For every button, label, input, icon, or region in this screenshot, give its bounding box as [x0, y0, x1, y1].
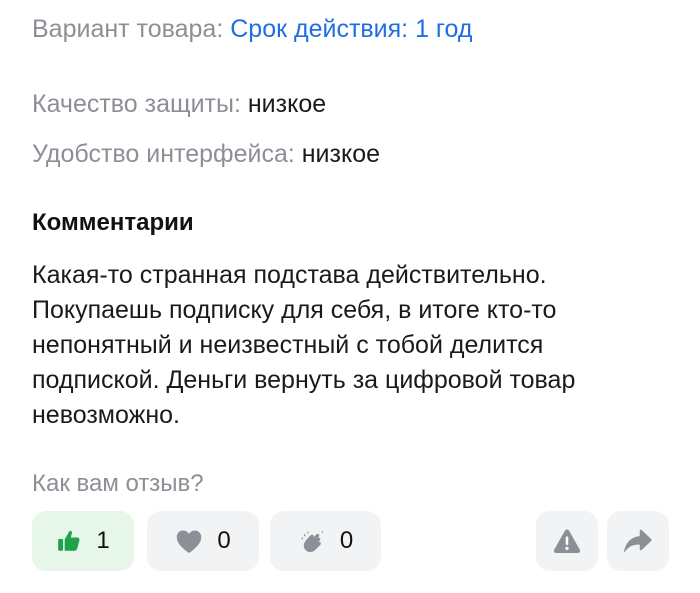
warning-icon	[553, 528, 581, 554]
quality-label: Качество защиты:	[32, 90, 241, 118]
clapping-hands-icon	[298, 527, 326, 555]
usability-value: низкое	[301, 140, 381, 168]
comment-line: подпиской. Деньги вернуть за цифровой то…	[32, 366, 576, 394]
product-variant-row: Вариант товара: Срок действия: 1 год	[32, 14, 472, 44]
variant-label: Вариант товара:	[32, 15, 224, 43]
like-count: 1	[96, 527, 110, 554]
share-arrow-icon	[624, 529, 652, 553]
clap-button[interactable]: 0	[270, 511, 381, 571]
variant-value-link[interactable]: Срок действия: 1 год	[230, 15, 472, 43]
comments-title: Комментарии	[32, 209, 194, 236]
share-button[interactable]	[607, 511, 669, 571]
usability-label: Удобство интерфейса:	[32, 140, 295, 168]
feedback-prompt: Как вам отзыв?	[32, 470, 204, 497]
quality-value: низкое	[247, 90, 327, 118]
comment-line: невозможно.	[32, 401, 180, 429]
comment-line: Покупаешь подписку для себя, в итоге кто…	[32, 296, 557, 324]
usability-row: Удобство интерфейса: низкое	[32, 139, 380, 169]
like-button[interactable]: 1	[32, 511, 134, 571]
clap-count: 0	[339, 527, 354, 554]
comment-line: непонятный и неизвестный с тобой делится	[32, 331, 544, 359]
heart-count: 0	[217, 527, 231, 554]
comment-line: Какая-то странная подстава действительно…	[32, 261, 547, 289]
heart-button[interactable]: 0	[147, 511, 259, 571]
quality-row: Качество защиты: низкое	[32, 89, 326, 119]
thumbs-up-icon	[56, 528, 82, 554]
comment-text: Какая-то странная подстава действительно…	[32, 258, 652, 433]
heart-icon	[175, 528, 203, 554]
report-button[interactable]	[536, 511, 598, 571]
